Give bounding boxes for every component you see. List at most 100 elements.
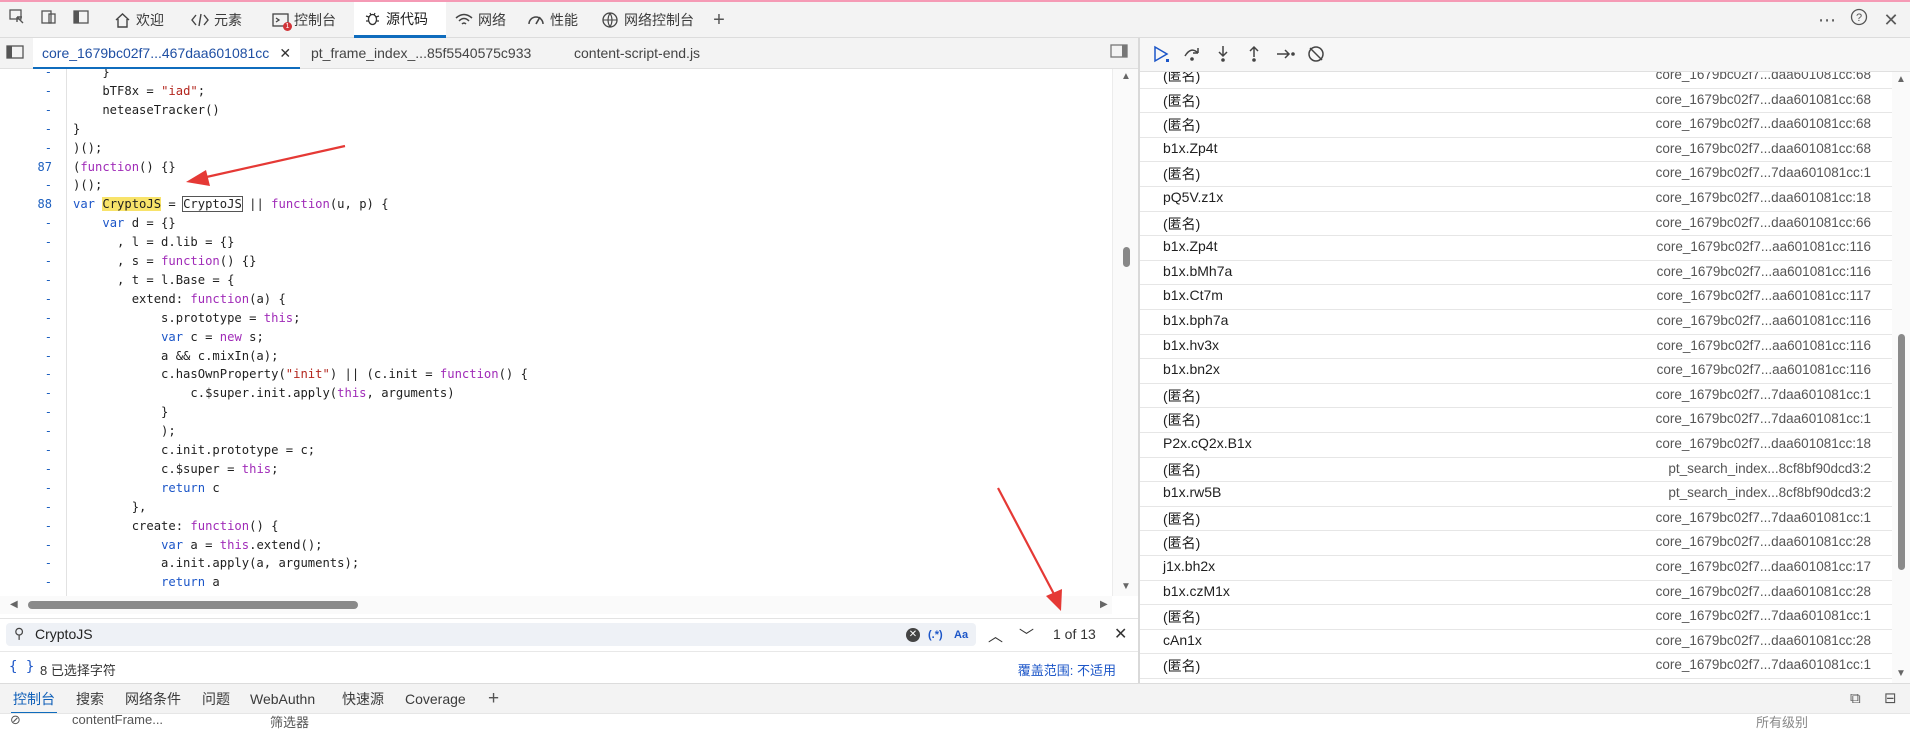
toggle-navigator-icon[interactable] [6, 44, 26, 62]
line-number[interactable]: - [0, 103, 52, 117]
line-number[interactable]: - [0, 462, 52, 476]
dock-sidebar-icon[interactable] [68, 8, 94, 32]
drawer-tab-webauthn[interactable]: WebAuthn [248, 684, 317, 714]
line-number[interactable]: - [0, 69, 52, 79]
close-search-icon[interactable]: ✕ [1114, 624, 1127, 644]
tab-sources[interactable]: 源代码 [354, 2, 446, 38]
call-stack-scroll-thumb[interactable] [1898, 334, 1905, 570]
line-number[interactable]: - [0, 424, 52, 438]
drawer-tab-console[interactable]: 控制台 [11, 684, 57, 714]
line-number[interactable]: - [0, 443, 52, 457]
scroll-up-arrow-icon[interactable]: ▲ [1121, 71, 1131, 82]
file-tab-pt-frame[interactable]: pt_frame_index_...85f5540575c933 [302, 38, 540, 69]
call-frame-row[interactable]: (匿名) core_1679bc02f7...7daa601081cc:1 [1140, 162, 1892, 187]
line-number[interactable]: - [0, 122, 52, 136]
line-number[interactable]: - [0, 519, 52, 533]
call-frame-row[interactable]: b1x.Zp4t core_1679bc02f7...daa601081cc:68 [1140, 138, 1892, 163]
call-frame-row[interactable]: (匿名) core_1679bc02f7...daa601081cc:28 [1140, 531, 1892, 556]
stack-scroll-down-icon[interactable]: ▼ [1896, 668, 1906, 679]
line-number[interactable]: 87 [0, 160, 52, 174]
scroll-down-arrow-icon[interactable]: ▼ [1121, 581, 1131, 592]
call-frame-location[interactable]: core_1679bc02f7...daa601081cc:68 [1656, 72, 1871, 82]
call-frame-row[interactable]: j1x.bh2x core_1679bc02f7...daa601081cc:17 [1140, 556, 1892, 581]
close-drawer-icon[interactable]: ⊟ [1882, 684, 1899, 714]
step-into-icon[interactable] [1213, 44, 1233, 69]
next-match-icon[interactable]: ﹀ [1019, 625, 1034, 646]
call-frame-location[interactable]: core_1679bc02f7...daa601081cc:28 [1656, 534, 1871, 549]
call-frame-row[interactable]: cAn1x core_1679bc02f7...daa601081cc:28 [1140, 630, 1892, 655]
call-frame-row[interactable]: b1x.rw5B pt_search_index...8cf8bf90dcd3:2 [1140, 482, 1892, 507]
call-frame-row[interactable]: (匿名) core_1679bc02f7...7daa601081cc:1 [1140, 605, 1892, 630]
call-frame-location[interactable]: core_1679bc02f7...daa601081cc:18 [1656, 190, 1871, 205]
line-number[interactable]: - [0, 367, 52, 381]
call-frame-location[interactable]: core_1679bc02f7...daa601081cc:17 [1656, 559, 1871, 574]
add-drawer-tab-icon[interactable]: + [486, 684, 501, 714]
call-frame-location[interactable]: core_1679bc02f7...aa601081cc:116 [1657, 239, 1871, 254]
line-number[interactable]: - [0, 538, 52, 552]
line-number[interactable]: - [0, 405, 52, 419]
device-emulation-icon[interactable] [36, 8, 62, 32]
scroll-right-arrow-icon[interactable]: ▶ [1100, 599, 1108, 610]
close-devtools-icon[interactable]: ✕ [1878, 8, 1904, 32]
call-frame-row[interactable]: (匿名) core_1679bc02f7...daa601081cc:68 [1140, 113, 1892, 138]
call-frame-row[interactable]: b1x.bph7a core_1679bc02f7...aa601081cc:11… [1140, 310, 1892, 335]
line-number[interactable]: - [0, 481, 52, 495]
log-levels-selector[interactable]: 所有级别 [1756, 714, 1808, 729]
more-options-icon[interactable]: ⋯ [1814, 8, 1840, 32]
line-number[interactable]: - [0, 556, 52, 570]
step-over-icon[interactable] [1182, 44, 1202, 69]
line-number[interactable]: - [0, 500, 52, 514]
scroll-left-arrow-icon[interactable]: ◀ [10, 599, 18, 610]
call-frame-row[interactable]: b1x.Zp4t core_1679bc02f7...aa601081cc:116 [1140, 236, 1892, 261]
editor-hscroll-thumb[interactable] [28, 601, 358, 609]
call-frame-row[interactable]: (匿名) core_1679bc02f7...7daa601081cc:1 [1140, 654, 1892, 679]
help-icon[interactable]: ? [1846, 8, 1872, 32]
search-input[interactable]: ⚲ CryptoJS ✕ (.*) Aa [6, 623, 976, 646]
drawer-tab-coverage[interactable]: Coverage [403, 684, 468, 714]
line-number[interactable]: - [0, 575, 52, 589]
add-tab-icon[interactable]: + [706, 8, 732, 32]
line-number[interactable]: - [0, 216, 52, 230]
previous-match-icon[interactable]: ︿ [988, 625, 1003, 646]
clear-console-icon[interactable]: ⊘ [10, 714, 21, 728]
call-frame-row[interactable]: b1x.bMh7a core_1679bc02f7...aa601081cc:11… [1140, 261, 1892, 286]
call-frame-location[interactable]: core_1679bc02f7...aa601081cc:116 [1657, 362, 1871, 377]
call-frame-row[interactable]: (匿名) core_1679bc02f7...7daa601081cc:1 [1140, 507, 1892, 532]
search-input-value[interactable]: CryptoJS [35, 626, 93, 642]
call-frame-row[interactable]: b1x.Ct7m core_1679bc02f7...aa601081cc:117 [1140, 285, 1892, 310]
drawer-tab-network-conditions[interactable]: 网络条件 [123, 684, 183, 714]
call-frame-location[interactable]: core_1679bc02f7...7daa601081cc:1 [1656, 510, 1871, 525]
close-file-tab-icon[interactable]: ✕ [279, 45, 291, 61]
call-frame-row[interactable]: (匿名) core_1679bc02f7...daa601081cc:66 [1140, 212, 1892, 237]
line-number[interactable]: - [0, 330, 52, 344]
call-frame-location[interactable]: core_1679bc02f7...daa601081cc:28 [1656, 584, 1871, 599]
call-frame-row[interactable]: (匿名) core_1679bc02f7...daa601081cc:68 [1140, 89, 1892, 114]
editor-vscroll-thumb[interactable] [1123, 247, 1130, 267]
file-tab-core[interactable]: core_1679bc02f7...467daa601081cc ✕ [33, 38, 301, 69]
call-frame-location[interactable]: core_1679bc02f7...7daa601081cc:1 [1656, 411, 1871, 426]
line-number[interactable]: - [0, 386, 52, 400]
tab-console[interactable]: 1 控制台 [262, 2, 345, 38]
step-icon[interactable] [1275, 44, 1297, 69]
call-frame-row[interactable]: b1x.czM1x core_1679bc02f7...daa601081cc:2… [1140, 581, 1892, 606]
tab-network[interactable]: 网络 [446, 2, 515, 38]
step-out-icon[interactable] [1244, 44, 1264, 69]
tab-welcome[interactable]: 欢迎 [104, 2, 173, 38]
drawer-tab-issues[interactable]: 问题 [200, 684, 232, 714]
call-frame-location[interactable]: core_1679bc02f7...7daa601081cc:1 [1656, 657, 1871, 672]
line-number[interactable]: - [0, 254, 52, 268]
regex-toggle[interactable]: (.*) [928, 629, 943, 641]
editor-horizontal-scrollbar[interactable]: ◀ ▶ [0, 596, 1112, 614]
call-frame-row[interactable]: b1x.bn2x core_1679bc02f7...aa601081cc:116 [1140, 359, 1892, 384]
call-frame-location[interactable]: core_1679bc02f7...daa601081cc:28 [1656, 633, 1871, 648]
call-frame-location[interactable]: core_1679bc02f7...daa601081cc:68 [1656, 141, 1871, 156]
call-frame-location[interactable]: core_1679bc02f7...7daa601081cc:1 [1656, 608, 1871, 623]
call-frame-location[interactable]: core_1679bc02f7...7daa601081cc:1 [1656, 387, 1871, 402]
tab-elements[interactable]: 元素 [182, 2, 251, 38]
line-number[interactable]: 88 [0, 197, 52, 211]
call-frame-location[interactable]: core_1679bc02f7...daa601081cc:68 [1656, 92, 1871, 107]
call-frame-location[interactable]: core_1679bc02f7...aa601081cc:116 [1657, 264, 1871, 279]
line-number[interactable]: - [0, 84, 52, 98]
file-tab-content-script[interactable]: content-script-end.js [565, 38, 709, 69]
undock-drawer-icon[interactable]: ⧉ [1848, 684, 1863, 714]
